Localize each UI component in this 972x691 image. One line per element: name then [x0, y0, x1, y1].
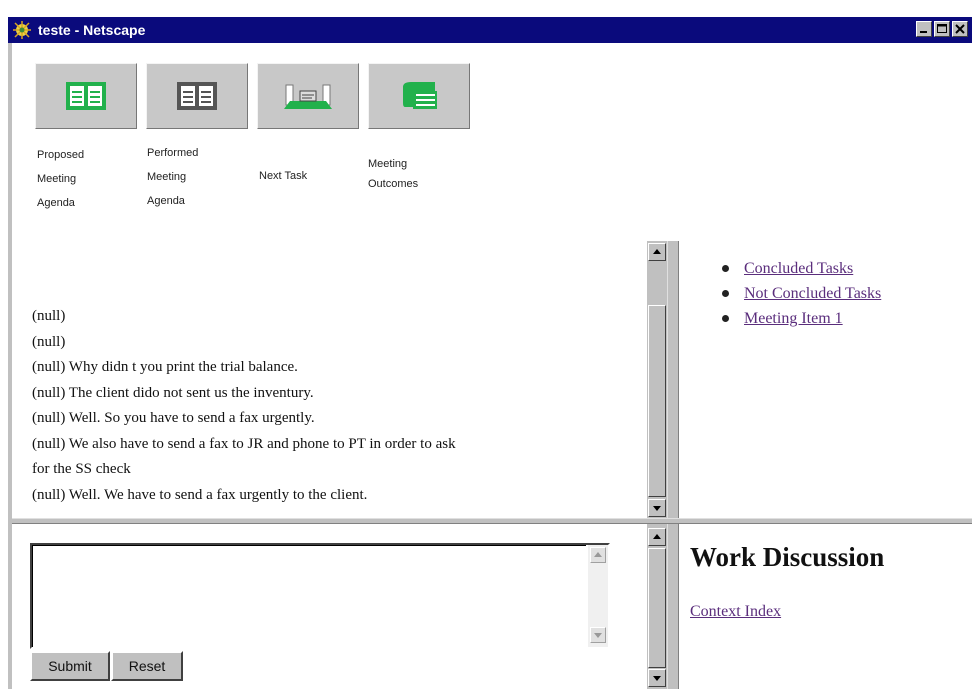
- bullet-icon: [722, 265, 729, 272]
- list-item: Meeting Item 1: [722, 306, 881, 331]
- input-frame-scrollbar[interactable]: [647, 524, 667, 689]
- chat-line: (null) Why didn t you print the trial ba…: [32, 359, 298, 375]
- frame-divider-vertical[interactable]: [667, 241, 679, 524]
- proposed-agenda-label: Proposed Meeting Agenda: [37, 149, 85, 209]
- chat-line: for the SS check: [32, 461, 131, 477]
- chat-log: (null) (null) (null) Why didn t you prin…: [32, 304, 632, 508]
- message-text[interactable]: [32, 545, 586, 647]
- scroll-down-button[interactable]: [590, 627, 606, 643]
- meeting-outcomes-icon: [403, 82, 437, 109]
- arrow-up-icon: [653, 534, 661, 539]
- next-task-button[interactable]: [257, 63, 359, 129]
- window-title: teste - Netscape: [38, 22, 146, 38]
- minimize-icon: [920, 31, 927, 33]
- work-discussion-frame: Work Discussion Context Index: [690, 540, 885, 620]
- next-task-label: Next Task: [259, 170, 308, 182]
- chat-line: (null) We also have to send a fax to JR …: [32, 435, 456, 452]
- chat-line: (null): [32, 308, 66, 324]
- bullet-icon: [722, 315, 729, 322]
- chat-log-scrollbar[interactable]: [647, 241, 667, 519]
- title-bar: teste - Netscape: [8, 17, 972, 43]
- scroll-up-button[interactable]: [590, 547, 606, 563]
- scroll-up-button[interactable]: [648, 528, 666, 546]
- close-icon: [955, 24, 965, 34]
- scroll-down-button[interactable]: [648, 669, 666, 687]
- arrow-down-icon: [594, 633, 602, 638]
- concluded-tasks-link[interactable]: Concluded Tasks: [744, 260, 853, 277]
- task-links-list: Concluded Tasks Not Concluded Tasks Meet…: [722, 256, 881, 331]
- netscape-icon: [12, 20, 32, 40]
- meeting-outcomes-button[interactable]: [368, 63, 470, 129]
- arrow-up-icon: [594, 552, 602, 557]
- not-concluded-tasks-link[interactable]: Not Concluded Tasks: [744, 285, 881, 302]
- bullet-icon: [722, 290, 729, 297]
- textarea-scrollbar[interactable]: [588, 545, 608, 647]
- arrow-up-icon: [653, 249, 661, 254]
- minimize-button[interactable]: [916, 21, 932, 37]
- scroll-down-button[interactable]: [648, 499, 666, 517]
- chat-line: (null): [32, 333, 66, 350]
- performed-agenda-icon: [177, 82, 217, 110]
- proposed-agenda-button[interactable]: [35, 63, 137, 129]
- proposed-agenda-icon: [66, 82, 106, 110]
- toolbar-frame: Proposed Meeting Agenda Performed Meetin…: [12, 43, 972, 241]
- scroll-up-button[interactable]: [648, 243, 666, 261]
- close-button[interactable]: [952, 21, 968, 37]
- chat-log-frame: (null) (null) (null) Why didn t you prin…: [12, 241, 646, 519]
- next-task-icon: [284, 84, 332, 109]
- reset-button[interactable]: Reset: [111, 651, 183, 681]
- chat-line: (null) Well. So you have to send a fax u…: [32, 410, 315, 426]
- list-item: Concluded Tasks: [722, 256, 881, 281]
- meeting-item-link[interactable]: Meeting Item 1: [744, 310, 843, 327]
- maximize-icon: [937, 24, 947, 33]
- scroll-thumb[interactable]: [648, 305, 666, 497]
- page-title: Work Discussion: [690, 542, 885, 572]
- chat-line: (null) Well. We have to send a fax urgen…: [32, 486, 368, 503]
- frame-divider-vertical[interactable]: [667, 524, 679, 689]
- performed-agenda-label: Performed Meeting Agenda: [147, 147, 199, 207]
- submit-button[interactable]: Submit: [30, 651, 110, 681]
- maximize-button[interactable]: [934, 21, 950, 37]
- list-item: Not Concluded Tasks: [722, 281, 881, 306]
- arrow-down-icon: [653, 676, 661, 681]
- performed-agenda-button[interactable]: [146, 63, 248, 129]
- chat-line: (null) The client dido not sent us the i…: [32, 384, 314, 401]
- message-textarea[interactable]: [30, 543, 610, 649]
- context-index-link[interactable]: Context Index: [690, 603, 781, 621]
- scroll-thumb[interactable]: [648, 548, 666, 668]
- meeting-outcomes-label: Meeting Outcomes: [368, 158, 419, 190]
- arrow-down-icon: [653, 506, 661, 511]
